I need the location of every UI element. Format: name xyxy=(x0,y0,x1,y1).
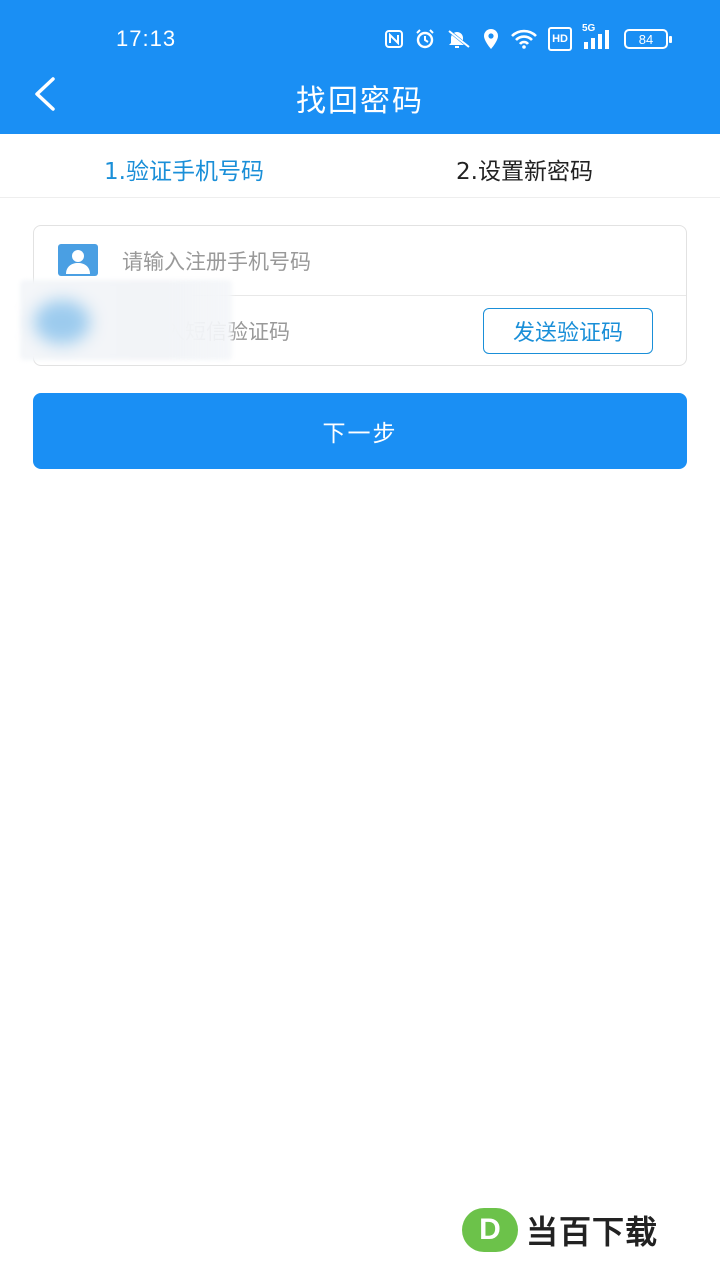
status-icons: HD 5G 84 xyxy=(384,23,672,52)
watermark-logo-icon: D xyxy=(462,1208,518,1252)
code-row: 发送验证码 xyxy=(20,280,686,366)
wifi-icon xyxy=(510,27,538,51)
phone-input[interactable] xyxy=(122,246,462,278)
location-icon xyxy=(482,27,500,51)
page-title: 找回密码 xyxy=(296,84,424,119)
title-bar: 找回密码 xyxy=(0,58,720,134)
user-icon xyxy=(58,244,98,276)
verify-form: 发送验证码 xyxy=(20,225,687,366)
blurred-overlay xyxy=(20,280,232,360)
status-time: 17:13 xyxy=(116,26,177,51)
battery-level: 84 xyxy=(638,31,654,47)
mute-icon xyxy=(446,27,472,51)
battery-icon: 84 xyxy=(624,29,672,49)
watermark-text: 当百下载 xyxy=(526,1213,659,1251)
cellular-signal-icon: 5G xyxy=(582,23,614,51)
step-set-password: 2.设置新密码 xyxy=(456,159,593,185)
alarm-icon xyxy=(414,27,436,51)
step-verify-phone: 1.验证手机号码 xyxy=(104,159,264,185)
step-indicator: 1.验证手机号码 2.设置新密码 xyxy=(0,134,720,198)
next-step-button[interactable]: 下一步 xyxy=(33,393,687,469)
hd-icon: HD xyxy=(548,27,572,51)
nfc-icon xyxy=(384,27,404,51)
send-code-button[interactable]: 发送验证码 xyxy=(483,308,653,354)
watermark: D 当百下载 xyxy=(462,1206,658,1254)
signal-5g-label: 5G xyxy=(582,23,596,34)
